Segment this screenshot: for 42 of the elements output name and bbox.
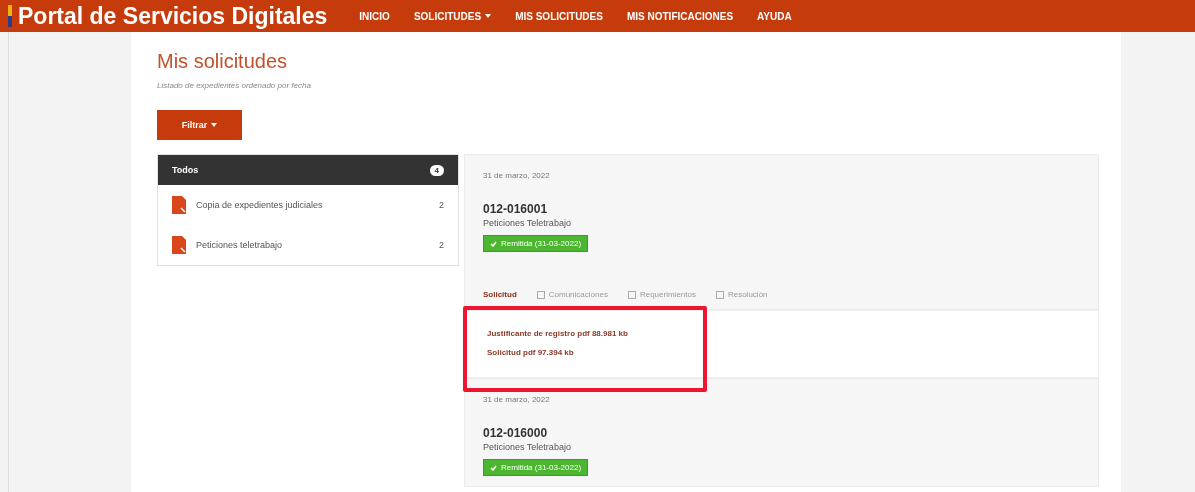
tab-icon xyxy=(536,290,545,299)
list-header-label: Todos xyxy=(172,165,199,175)
request-type: Peticiones Teletrabajo xyxy=(483,442,572,452)
category-count: 2 xyxy=(439,240,444,250)
nav-link[interactable]: MIS NOTIFICACIONES xyxy=(626,10,734,22)
status-label: Remitida (31-03-2022) xyxy=(501,239,582,248)
nav-link[interactable]: MIS SOLICITUDES xyxy=(515,10,603,22)
caret-icon xyxy=(485,14,492,18)
count-badge: 4 xyxy=(429,164,444,176)
detail-tab[interactable]: Resolución xyxy=(715,290,768,299)
document-icon xyxy=(172,196,186,214)
logo-mark xyxy=(8,5,12,27)
detail-tab[interactable]: Comunicaciones xyxy=(536,290,608,299)
nav-link[interactable]: INICIO xyxy=(359,10,390,22)
nav-link[interactable]: SOLICITUDES xyxy=(413,10,492,22)
tab-icon xyxy=(715,290,724,299)
document-link[interactable]: Justificante de registro pdf 88.981 kb xyxy=(487,329,1076,338)
request-number: 012-016000 xyxy=(483,426,549,440)
check-icon xyxy=(490,464,497,471)
page-subtitle: Listado de expedientes ordenado por fecha xyxy=(157,81,312,90)
category-count: 2 xyxy=(439,200,444,210)
tab-icon xyxy=(627,290,636,299)
document-icon xyxy=(172,236,186,254)
request-date: 31 de marzo, 2022 xyxy=(483,171,551,180)
list-header[interactable]: Todos 4 xyxy=(158,155,458,185)
status-label: Remitida (31-03-2022) xyxy=(501,463,582,472)
category-label: Copia de expedientes judiciales xyxy=(196,200,324,210)
category-label: Peticiones teletrabajo xyxy=(196,240,284,250)
detail-tab[interactable]: Solicitud xyxy=(483,290,517,299)
portal-title: Portal de Servicios Digitales xyxy=(18,2,328,30)
category-item[interactable]: Copia de expedientes judiciales 2 xyxy=(158,185,458,225)
category-item[interactable]: Peticiones teletrabajo 2 xyxy=(158,225,458,265)
request-date: 31 de marzo, 2022 xyxy=(483,395,551,404)
document-link[interactable]: Solicitud pdf 97.394 kb xyxy=(487,348,1076,357)
check-icon xyxy=(490,240,497,247)
page-title: Mis solicitudes xyxy=(157,50,289,73)
filter-button[interactable]: Filtrar xyxy=(157,110,242,140)
detail-tab[interactable]: Requerimientos xyxy=(627,290,696,299)
request-number: 012-016001 xyxy=(483,202,549,216)
nav-link[interactable]: AYUDA xyxy=(757,10,792,22)
caret-icon xyxy=(211,123,218,127)
request-type: Peticiones Teletrabajo xyxy=(483,218,572,228)
